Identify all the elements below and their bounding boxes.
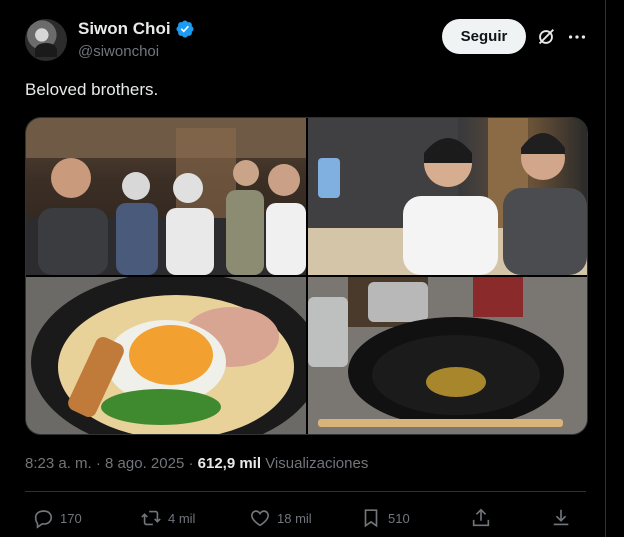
reply-button[interactable]: 170 bbox=[32, 507, 82, 529]
like-button[interactable]: 18 mil bbox=[249, 507, 312, 529]
grok-icon[interactable] bbox=[535, 26, 557, 48]
heart-icon bbox=[251, 510, 269, 527]
follow-button[interactable]: Seguir bbox=[442, 19, 526, 54]
divider bbox=[25, 491, 586, 492]
photo-empty-bowl[interactable] bbox=[308, 277, 587, 434]
column-border bbox=[605, 0, 606, 537]
bookmark-icon bbox=[364, 509, 378, 528]
like-count: 18 mil bbox=[277, 510, 312, 526]
download-button[interactable] bbox=[550, 507, 572, 529]
more-options-icon[interactable] bbox=[566, 26, 588, 48]
share-icon bbox=[472, 508, 490, 527]
tweet-date[interactable]: 8 ago. 2025 bbox=[105, 455, 184, 472]
reply-count: 170 bbox=[60, 510, 82, 526]
avatar[interactable] bbox=[25, 19, 67, 61]
tweet-text: Beloved brothers. bbox=[25, 80, 159, 99]
meta-separator: · bbox=[91, 455, 106, 472]
photo-noodle-bowl[interactable] bbox=[26, 277, 306, 434]
repost-icon bbox=[141, 510, 161, 526]
media-grid bbox=[25, 117, 588, 435]
tweet: Siwon Choi @siwonchoi Seguir Beloved bro… bbox=[0, 0, 605, 537]
author-name[interactable]: Siwon Choi bbox=[78, 19, 171, 39]
bookmark-count: 510 bbox=[388, 510, 410, 526]
author-name-row: Siwon Choi bbox=[78, 19, 195, 39]
tweet-time[interactable]: 8:23 a. m. bbox=[25, 455, 92, 472]
repost-button[interactable]: 4 mil bbox=[140, 507, 195, 529]
tweet-meta: 8:23 a. m. · 8 ago. 2025 · 612,9 mil Vis… bbox=[25, 455, 369, 472]
verified-badge-icon[interactable] bbox=[175, 19, 195, 39]
download-icon bbox=[553, 509, 569, 526]
share-button[interactable] bbox=[470, 507, 492, 529]
reply-icon bbox=[34, 510, 53, 529]
action-bar: 170 4 mil 18 mil 510 bbox=[25, 507, 586, 531]
bookmark-button[interactable]: 510 bbox=[360, 507, 410, 529]
views-label: Visualizaciones bbox=[265, 455, 369, 472]
views-count: 612,9 mil bbox=[197, 455, 262, 472]
repost-count: 4 mil bbox=[168, 510, 196, 526]
photo-group-selfie[interactable] bbox=[26, 118, 306, 275]
author-handle[interactable]: @siwonchoi bbox=[78, 43, 159, 60]
photo-two-men-selfie[interactable] bbox=[308, 118, 587, 275]
